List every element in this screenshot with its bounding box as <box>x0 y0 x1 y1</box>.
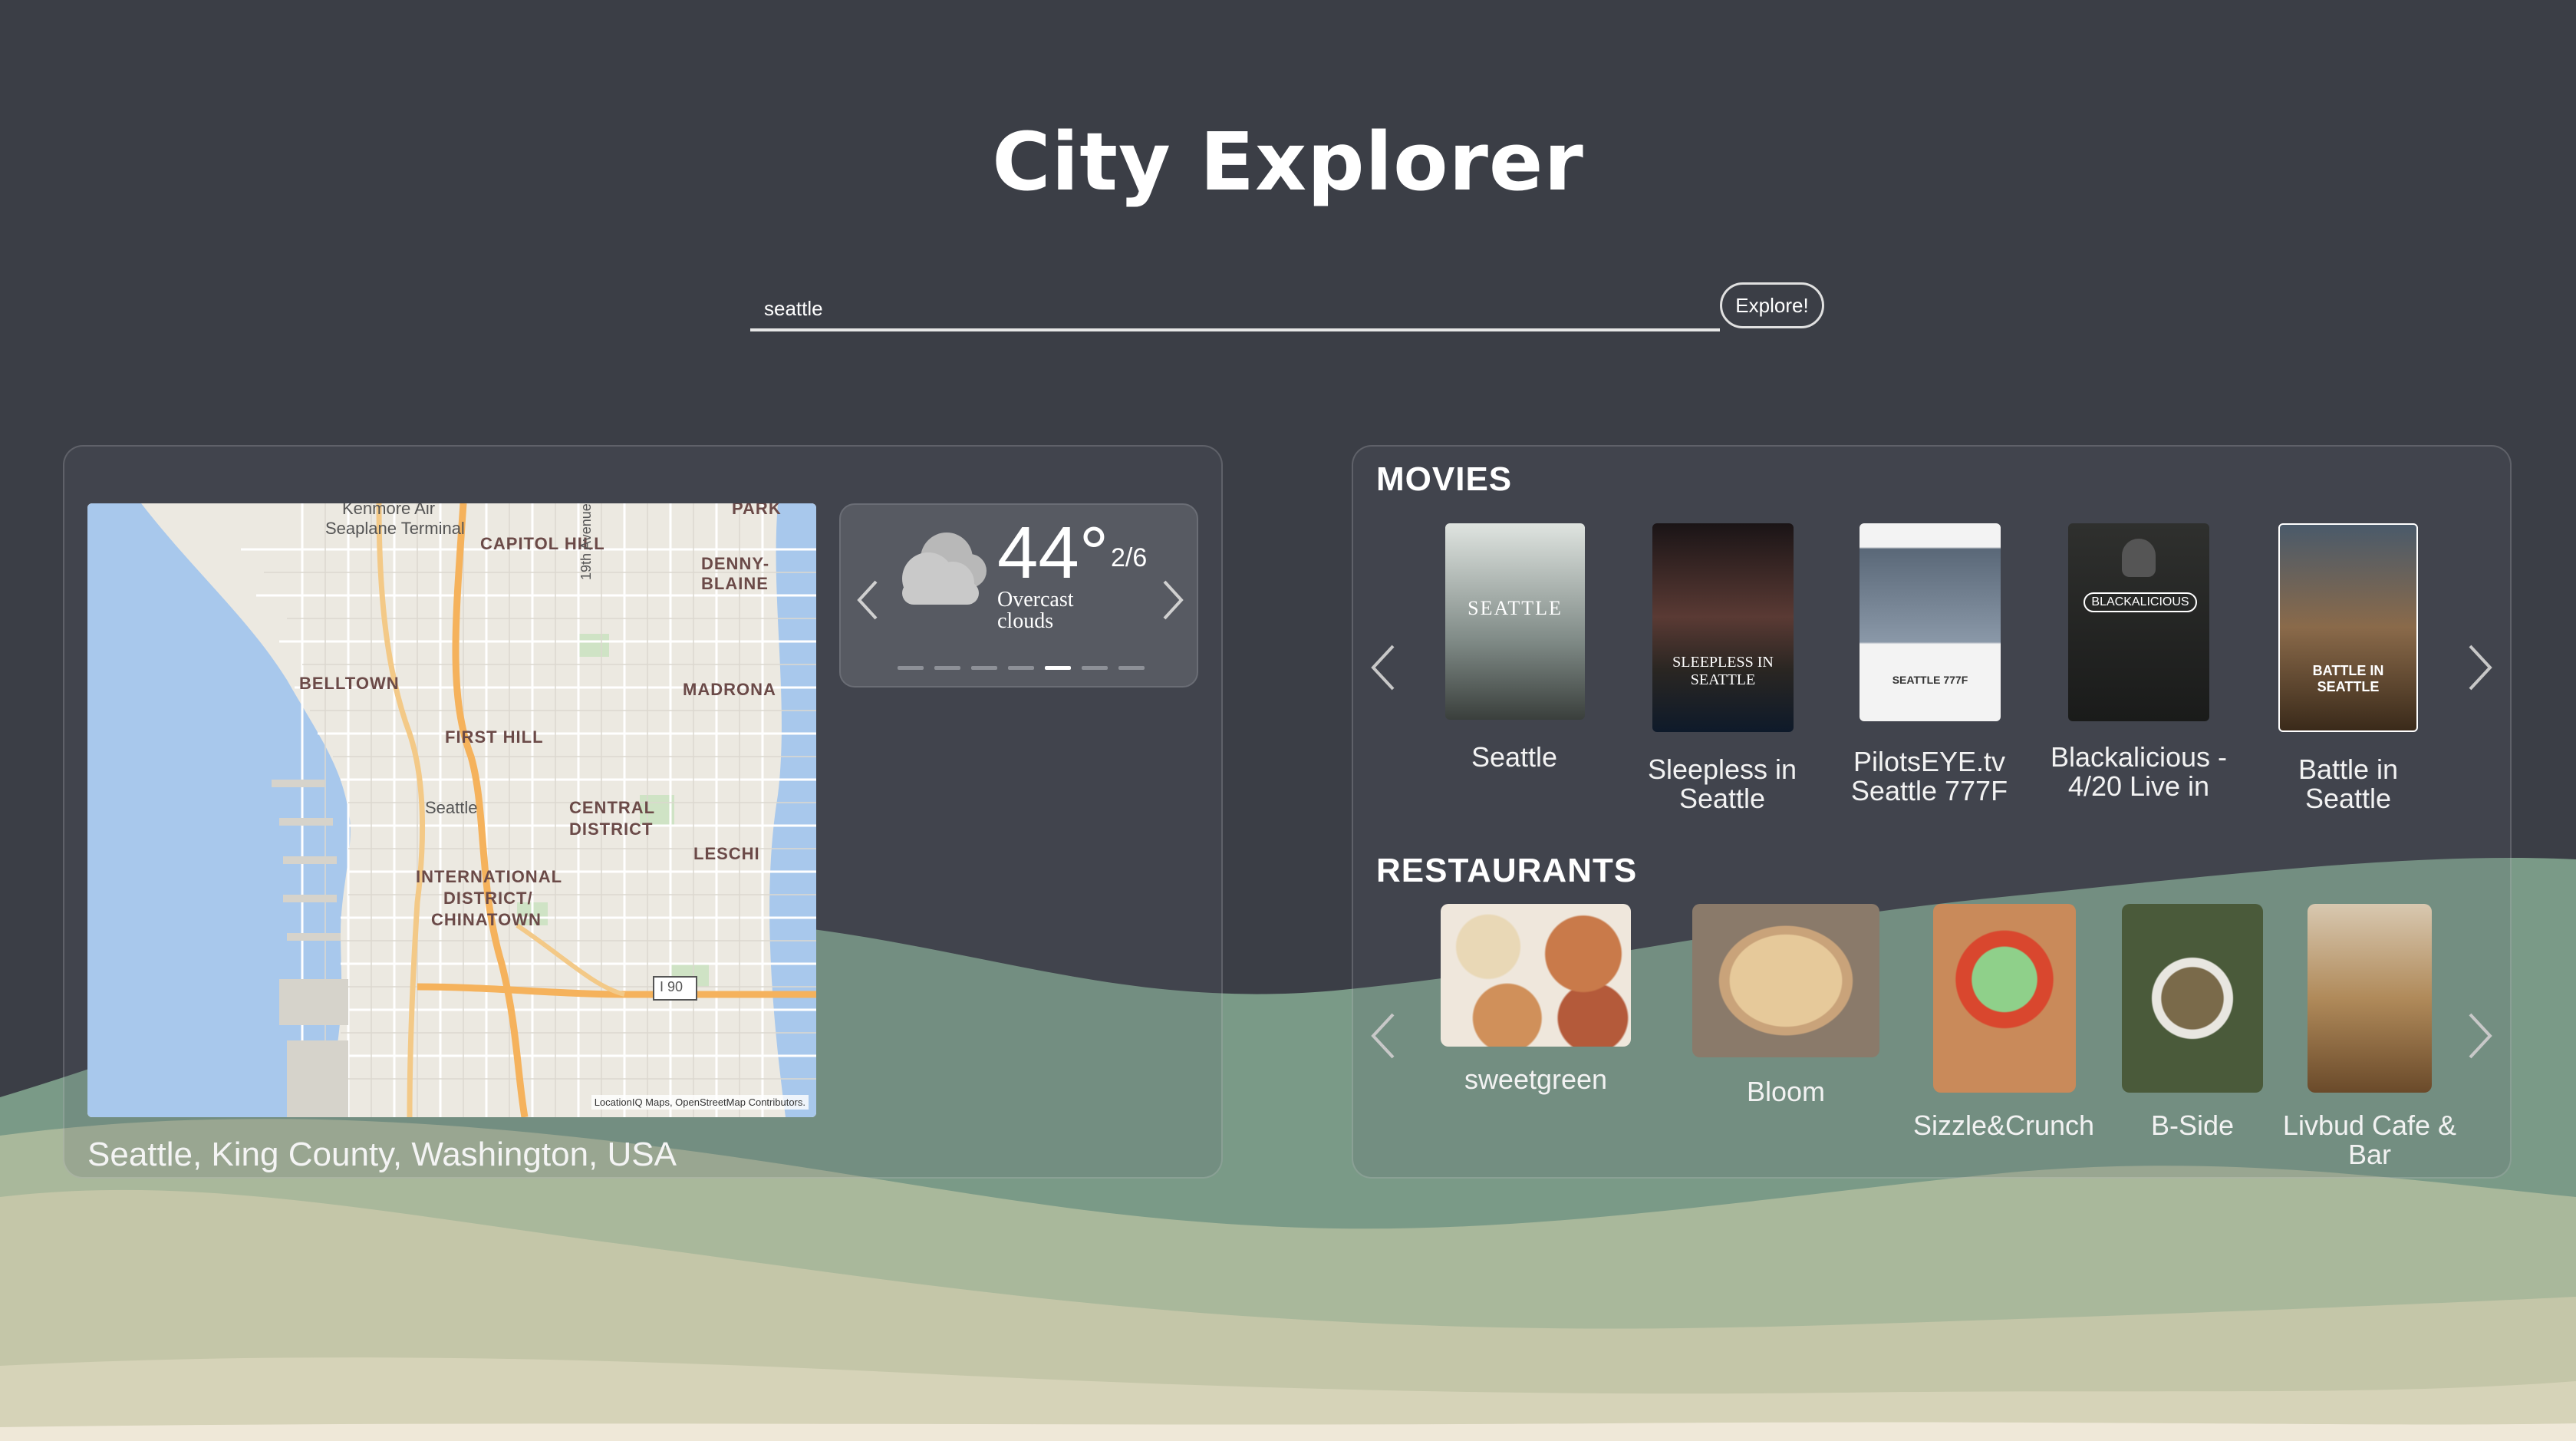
explore-button[interactable]: Explore! <box>1720 282 1824 328</box>
movie-title: Sleepless in Seattle <box>1647 753 1797 814</box>
map-label-leschi: LESCHI <box>693 844 760 863</box>
map-attribution: LocationIQ Maps, OpenStreetMap Contribut… <box>591 1095 809 1110</box>
weather-indicator[interactable] <box>1118 666 1145 670</box>
movies-prev-arrow-icon[interactable] <box>1367 643 1398 692</box>
restaurant-image[interactable] <box>1441 904 1631 1047</box>
map-label-chinatown: CHINATOWN <box>431 910 542 929</box>
weather-indicator[interactable] <box>934 666 960 670</box>
movies-next-arrow-icon[interactable] <box>2466 643 2496 692</box>
weather-next-arrow-icon[interactable] <box>1161 579 1186 622</box>
restaurants-heading: RESTAURANTS <box>1376 852 1638 889</box>
map-label-seaplane: Seaplane Terminal <box>325 519 465 538</box>
map-label-district: DISTRICT <box>569 819 654 839</box>
weather-indicator[interactable] <box>1082 666 1108 670</box>
movie-poster[interactable]: SEATTLE <box>1445 523 1585 720</box>
poster-text: SEATTLE <box>1468 597 1563 619</box>
restaurant-image[interactable] <box>2122 904 2263 1093</box>
weather-page-indicator: 2/6 <box>1111 543 1148 572</box>
restaurant-image[interactable] <box>1933 904 2076 1093</box>
map-label-i90: I 90 <box>660 979 684 994</box>
weather-description: Overcast clouds <box>997 588 1074 633</box>
map-label-denny-blaine: DENNY-BLAINE <box>701 554 770 593</box>
movie-poster[interactable]: BLACKALICIOUS <box>2068 523 2209 721</box>
movie-poster[interactable]: SLEEPLESS IN SEATTLE <box>1652 523 1794 732</box>
weather-carousel-indicators <box>898 666 1145 670</box>
weather-indicator[interactable] <box>971 666 997 670</box>
map-label-international: INTERNATIONAL <box>416 867 563 886</box>
restaurant-name: Livbud Cafe & Bar <box>2282 1110 2457 1170</box>
weather-indicator[interactable] <box>1008 666 1034 670</box>
poster-text: SLEEPLESS IN SEATTLE <box>1672 654 1774 688</box>
map-label-seattle: Seattle <box>425 798 478 817</box>
restaurant-name: sweetgreen <box>1464 1063 1608 1095</box>
movie-poster[interactable]: SEATTLE 777F <box>1860 523 2001 721</box>
restaurant-image[interactable] <box>2308 904 2432 1093</box>
location-name: Seattle, King County, Washington, USA <box>87 1136 677 1173</box>
poster-text: BLACKALICIOUS <box>2084 592 2197 612</box>
poster-text: SEATTLE 777F <box>1892 674 1968 686</box>
movie-title: Battle in Seattle <box>2298 753 2399 814</box>
weather-indicator[interactable] <box>898 666 924 670</box>
poster-text: BATTLE IN SEATTLE <box>2312 663 2384 694</box>
movies-heading: MOVIES <box>1376 460 1513 498</box>
map-label-kenmore: Kenmore Air <box>342 503 436 518</box>
map-label-park: PARK <box>732 503 782 518</box>
microphone-icon <box>2122 539 2156 577</box>
map-label-madrona: MADRONA <box>683 680 776 699</box>
app-title: City Explorer <box>992 115 1584 209</box>
page: City Explorer Explore! <box>0 0 2576 1441</box>
map-label-first-hill: FIRST HILL <box>445 727 544 747</box>
map-label-19th-avenue: 19th Avenue <box>578 503 594 580</box>
restaurants-prev-arrow-icon[interactable] <box>1367 1011 1398 1060</box>
movie-title: Seattle <box>1471 741 1558 773</box>
movie-poster[interactable]: BATTLE IN SEATTLE <box>2278 523 2418 732</box>
map-label-central: CENTRAL <box>569 798 656 817</box>
cloud-icon <box>902 533 987 605</box>
map-label-belltown: BELLTOWN <box>299 674 400 693</box>
restaurant-name: Bloom <box>1746 1076 1826 1107</box>
weather-temperature: 44° <box>997 512 1109 594</box>
map-label-district2: DISTRICT/ <box>443 889 533 908</box>
restaurants-next-arrow-icon[interactable] <box>2466 1011 2496 1060</box>
movie-title: PilotsEYE.tv Seattle 777F <box>1850 746 2008 806</box>
restaurant-image[interactable] <box>1692 904 1879 1057</box>
movie-title: Blackalicious - 4/20 Live in <box>2050 741 2228 802</box>
restaurant-name: Sizzle&Crunch <box>1912 1110 2095 1141</box>
weather-card: 44° 2/6 Overcast clouds <box>839 503 1198 688</box>
weather-indicator-active[interactable] <box>1045 666 1071 670</box>
city-map[interactable]: Kenmore Air Seaplane Terminal CAPITOL HI… <box>87 503 816 1117</box>
weather-prev-arrow-icon[interactable] <box>855 579 879 622</box>
city-search-input[interactable] <box>763 289 1709 328</box>
